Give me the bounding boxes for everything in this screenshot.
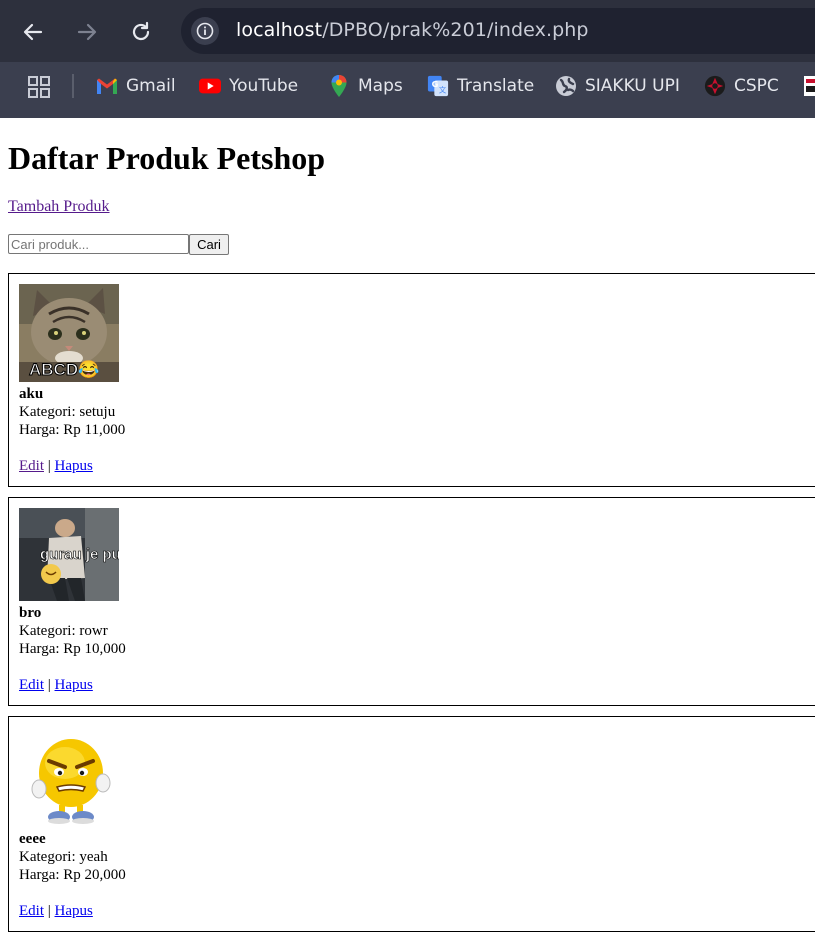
bookmark-label: Translate: [457, 76, 535, 96]
image-caption: ABCD😂: [28, 360, 100, 380]
product-category: Kategori: setuju: [19, 404, 116, 420]
bookmark-gmail[interactable]: Gmail: [96, 72, 176, 100]
bookmark-youtube[interactable]: YouTube: [199, 72, 298, 100]
svg-text:文: 文: [439, 85, 447, 94]
bookmark-favicon-icon: [801, 75, 815, 97]
apps-button[interactable]: [27, 75, 51, 104]
bookmark-translate[interactable]: G文 Translate: [427, 72, 534, 100]
add-product-link[interactable]: Tambah Produk: [8, 198, 110, 216]
product-actions: Edit | Hapus: [19, 458, 93, 475]
search-input[interactable]: [8, 234, 189, 254]
globe-icon: [555, 75, 577, 97]
bookmark-label: Maps: [358, 76, 403, 96]
gmail-icon: [96, 75, 118, 97]
product-card: ABCD😂 aku Kategori: setuju Harga: Rp 11,…: [8, 273, 815, 487]
page-title: Daftar Produk Petshop: [8, 140, 326, 176]
bookmark-overflow[interactable]: [801, 72, 815, 100]
action-separator: |: [47, 903, 51, 919]
apps-grid-icon: [28, 76, 50, 98]
url-host: localhost: [236, 19, 323, 41]
product-price: Harga: Rp 20,000: [19, 867, 126, 883]
product-price: Harga: Rp 10,000: [19, 641, 126, 657]
product-image: ABCD😂: [19, 284, 119, 382]
product-image: [19, 727, 119, 827]
browser-chrome: localhost/DPBO/prak%201/index.php Gmail …: [0, 0, 815, 118]
product-actions: Edit | Hapus: [19, 677, 93, 694]
product-name: bro: [19, 605, 42, 621]
back-button[interactable]: [17, 16, 49, 48]
product-price: Harga: Rp 11,000: [19, 422, 126, 438]
page-content: Daftar Produk Petshop Tambah Produk Cari: [0, 118, 815, 949]
bookmark-siakku-upi[interactable]: SIAKKU UPI: [555, 72, 680, 100]
youtube-icon: [199, 75, 221, 97]
delete-link[interactable]: Hapus: [55, 458, 93, 474]
product-name: aku: [19, 386, 44, 402]
maps-icon: [328, 75, 350, 97]
svg-text:G: G: [432, 79, 439, 89]
bookmarks-divider: [72, 74, 74, 98]
site-info-button[interactable]: [191, 17, 219, 45]
url-text[interactable]: localhost/DPBO/prak%201/index.php: [236, 19, 589, 41]
info-icon: [196, 22, 214, 40]
address-bar[interactable]: localhost/DPBO/prak%201/index.php: [181, 8, 815, 54]
bookmark-cspc[interactable]: CSPC: [704, 72, 779, 100]
cspc-icon: [704, 75, 726, 97]
url-path: /DPBO/prak%201/index.php: [322, 19, 589, 41]
bookmark-label: SIAKKU UPI: [585, 76, 680, 96]
translate-icon: G文: [427, 75, 449, 97]
action-separator: |: [47, 677, 51, 693]
product-card: gurau je pun bro Kategori: rowr Harga: R…: [8, 497, 815, 706]
arrow-left-icon: [23, 23, 43, 41]
delete-link[interactable]: Hapus: [55, 677, 93, 693]
bookmark-maps[interactable]: Maps: [328, 72, 403, 100]
reload-icon: [132, 21, 150, 41]
product-actions: Edit | Hapus: [19, 903, 93, 920]
arrow-right-icon: [77, 23, 97, 41]
image-caption: gurau je pun: [40, 546, 119, 564]
forward-button[interactable]: [71, 16, 103, 48]
product-name: eeee: [19, 831, 46, 847]
edit-link[interactable]: Edit: [19, 677, 44, 693]
product-card: eeee Kategori: yeah Harga: Rp 20,000 Edi…: [8, 716, 815, 932]
reload-button[interactable]: [125, 16, 157, 48]
bookmark-label: CSPC: [734, 76, 779, 96]
edit-link[interactable]: Edit: [19, 458, 44, 474]
search-button[interactable]: Cari: [189, 234, 229, 255]
edit-link[interactable]: Edit: [19, 903, 44, 919]
delete-link[interactable]: Hapus: [55, 903, 93, 919]
bookmark-label: YouTube: [229, 76, 299, 96]
bookmark-label: Gmail: [126, 76, 176, 96]
product-category: Kategori: yeah: [19, 849, 108, 865]
action-separator: |: [47, 458, 51, 474]
product-category: Kategori: rowr: [19, 623, 108, 639]
product-image: gurau je pun: [19, 508, 119, 601]
